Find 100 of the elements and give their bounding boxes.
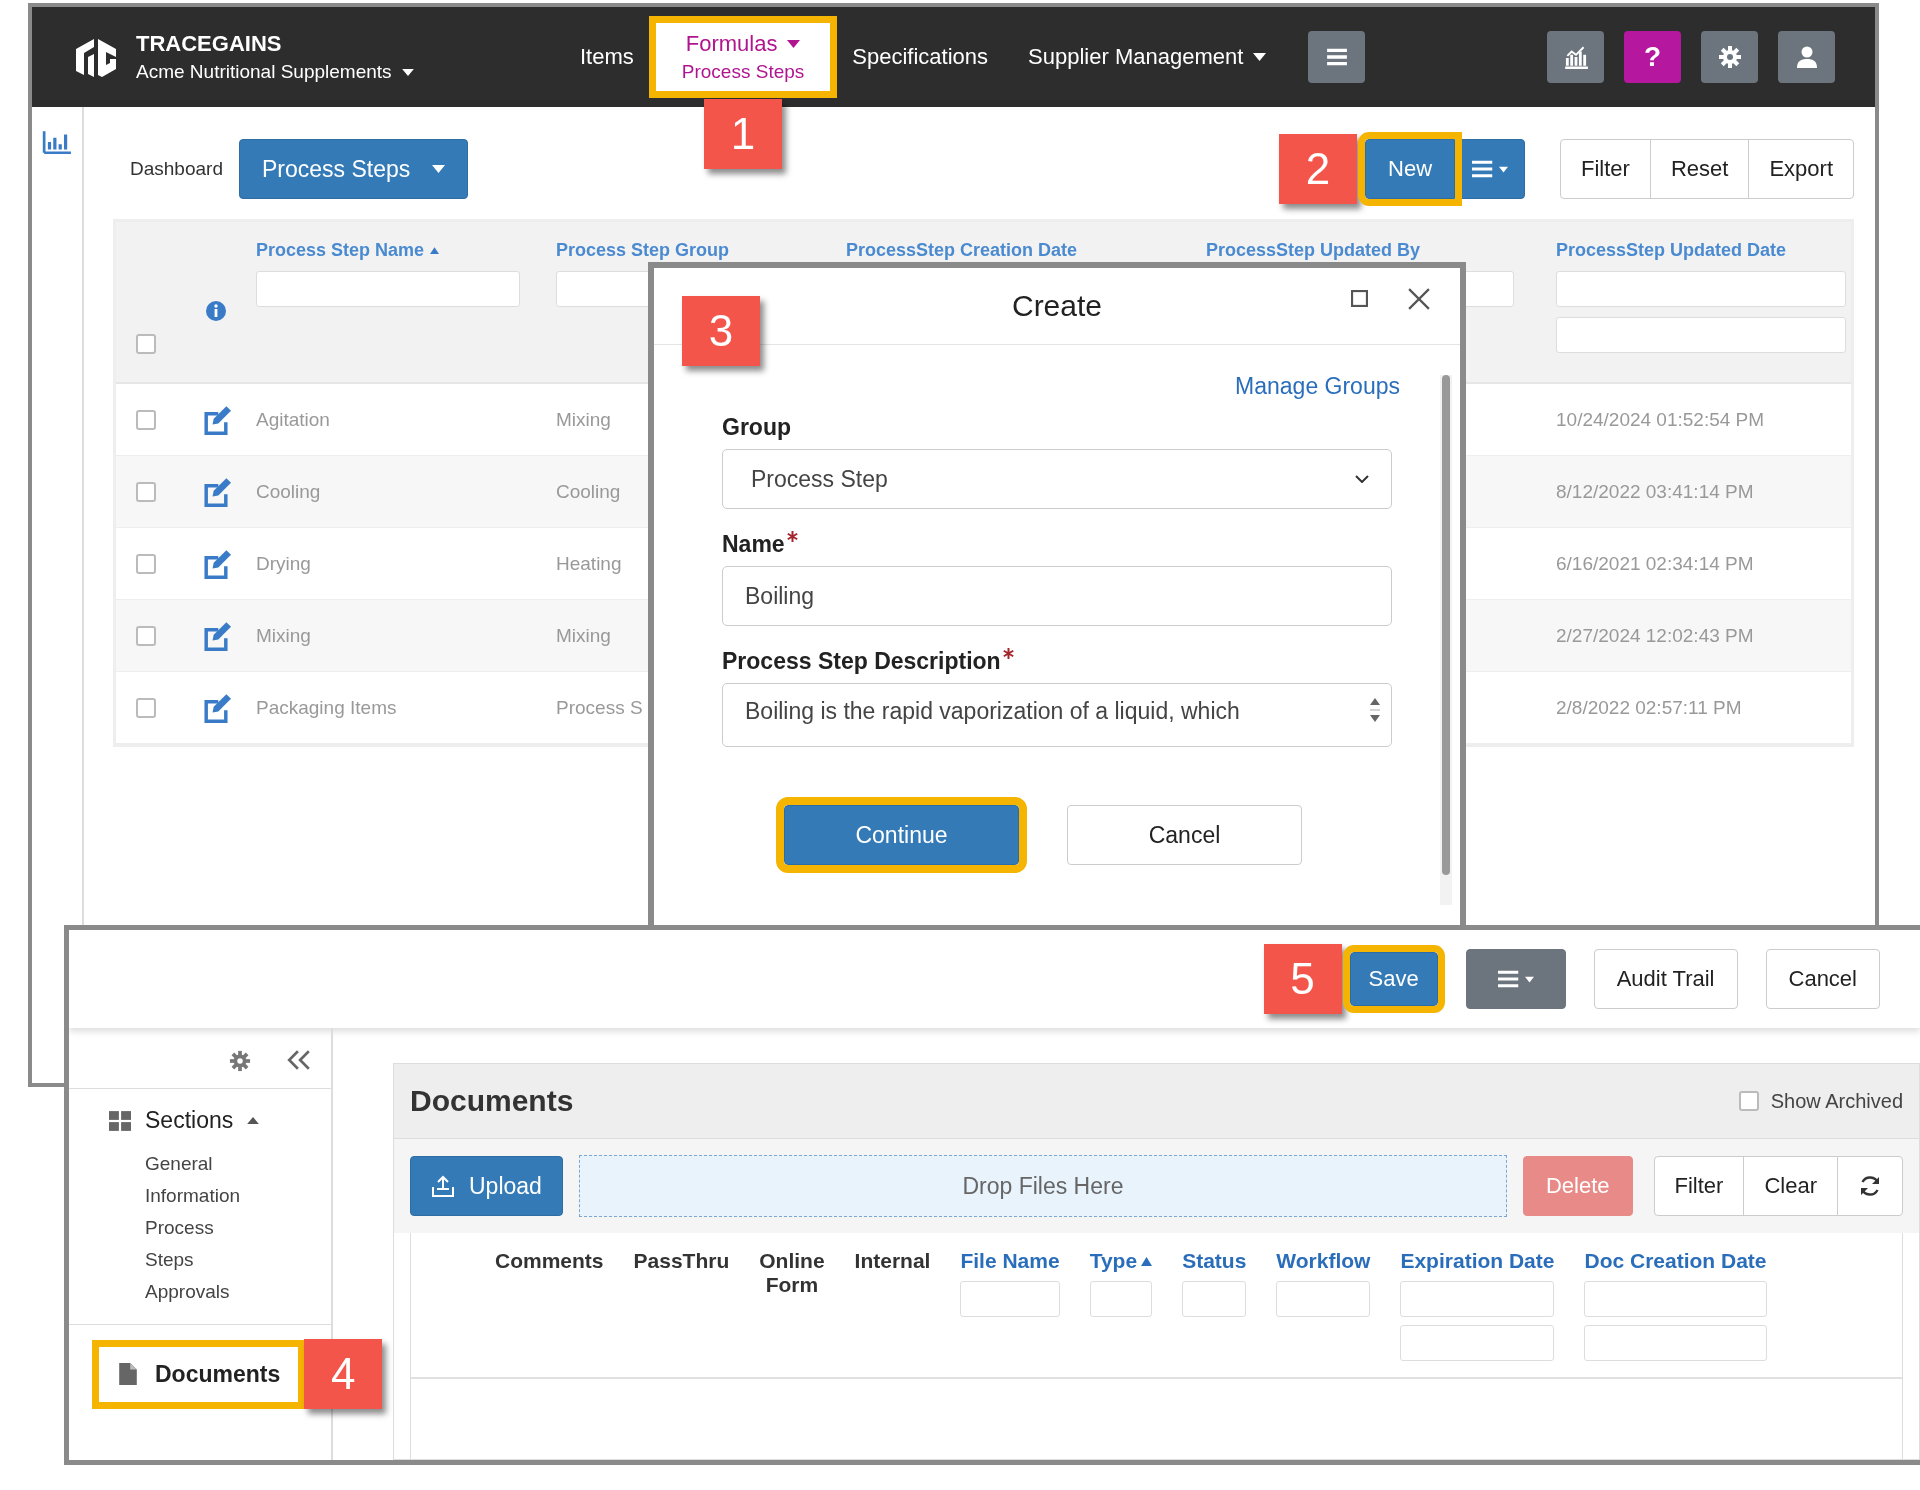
column-header[interactable]: Comments: [495, 1249, 604, 1273]
settings-icon: [1717, 45, 1742, 69]
organization-selector[interactable]: Acme Nutritional Supplements: [136, 61, 414, 83]
drop-zone[interactable]: Drop Files Here: [578, 1155, 1507, 1217]
filter-field[interactable]: [1276, 1281, 1371, 1317]
column-header[interactable]: PassThru: [633, 1249, 730, 1273]
field-label: Process Step Description: [722, 648, 1001, 675]
close-icon[interactable]: [1408, 288, 1430, 310]
toolbar-button[interactable]: Export: [1748, 139, 1854, 199]
dialog-title: Create: [1011, 289, 1102, 323]
row-checkbox[interactable]: [136, 625, 156, 646]
dialog-button[interactable]: Cancel: [1067, 805, 1302, 865]
chart-icon[interactable]: [42, 129, 72, 155]
nav-item[interactable]: Items: [562, 27, 652, 87]
table-cell: Cooling: [256, 480, 321, 503]
settings-button[interactable]: [1701, 31, 1758, 83]
filter-field[interactable]: [1584, 1325, 1767, 1361]
chevron-down-icon: [1355, 475, 1369, 483]
refresh-button[interactable]: [1837, 1156, 1903, 1216]
filter-field[interactable]: [1182, 1281, 1247, 1317]
step-callout: 4: [304, 1339, 383, 1409]
filter-field[interactable]: [1556, 271, 1847, 307]
section-link[interactable]: Approvals: [145, 1276, 257, 1308]
menu-icon: [1325, 48, 1348, 66]
table-cell: 6/16/2021 02:34:14 PM: [1556, 552, 1754, 575]
step-callout: 3: [682, 296, 760, 366]
nav-item[interactable]: Specifications: [834, 27, 1007, 87]
table-cell: 2/27/2024 12:02:43 PM: [1556, 624, 1754, 647]
file-icon: [119, 1363, 137, 1385]
table-cell: Mixing: [556, 408, 611, 431]
breadcrumb[interactable]: Dashboard: [130, 158, 223, 180]
toolbar-button[interactable]: Reset: [1649, 139, 1750, 199]
filter-field[interactable]: [1089, 1281, 1153, 1317]
sections-toggle[interactable]: Sections: [109, 1107, 331, 1134]
table-cell: Mixing: [256, 624, 311, 647]
edit-icon[interactable]: [201, 476, 231, 507]
row-checkbox[interactable]: [136, 553, 156, 574]
help-button[interactable]: ?: [1624, 31, 1681, 83]
toolbar-button[interactable]: Audit Trail: [1593, 949, 1738, 1009]
upload-icon: [431, 1175, 455, 1197]
menu-icon: [1495, 970, 1536, 988]
section-link[interactable]: General Information: [145, 1148, 257, 1212]
filter-field[interactable]: [256, 271, 520, 307]
description-field[interactable]: Boiling is the rapid vaporization of a liquid, which: [722, 683, 1392, 747]
table-cell: Process S: [556, 696, 643, 719]
more-menu-button[interactable]: [1465, 949, 1566, 1009]
table-cell: Cooling: [556, 480, 621, 503]
edit-icon[interactable]: [201, 548, 231, 579]
toolbar-button[interactable]: Cancel: [1765, 949, 1880, 1009]
maximize-icon[interactable]: [1351, 290, 1368, 307]
edit-icon[interactable]: [201, 620, 231, 651]
column-header[interactable]: Expiration Date: [1400, 1249, 1555, 1273]
documents-nav-item[interactable]: Documents: [99, 1346, 299, 1402]
manage-groups-link[interactable]: Manage Groups: [1235, 373, 1400, 400]
grid-icon: [109, 1110, 131, 1131]
column-header[interactable]: Type: [1089, 1249, 1153, 1273]
user-button[interactable]: [1778, 31, 1835, 83]
row-checkbox[interactable]: [136, 409, 156, 430]
edit-icon[interactable]: [201, 692, 231, 723]
column-header[interactable]: Status: [1182, 1249, 1247, 1273]
select-all-checkbox[interactable]: [136, 334, 156, 354]
table-cell: Agitation: [256, 408, 330, 431]
user-icon: [1794, 45, 1819, 69]
table-cell: Mixing: [556, 624, 611, 647]
filter-field[interactable]: [1400, 1281, 1555, 1317]
table-cell: 10/24/2024 01:52:54 PM: [1556, 408, 1765, 431]
scrollbar[interactable]: [1440, 375, 1452, 905]
analytics-button[interactable]: [1547, 31, 1604, 83]
filter-field[interactable]: [1400, 1325, 1555, 1361]
toolbar-button[interactable]: Clear: [1743, 1156, 1838, 1216]
refresh-icon: [1858, 1174, 1882, 1198]
panel-title: Documents: [410, 1084, 574, 1118]
view-selector[interactable]: Process Steps: [238, 139, 469, 199]
settings-icon[interactable]: [229, 1050, 251, 1072]
toolbar-button[interactable]: Filter: [1653, 1156, 1745, 1216]
edit-icon[interactable]: [201, 404, 231, 435]
upload-button[interactable]: Upload: [410, 1156, 563, 1216]
step-callout: 5: [1263, 944, 1342, 1014]
toolbar-button[interactable]: Filter: [1560, 139, 1651, 199]
brand-name: TRACEGAINS: [136, 31, 283, 57]
menu-button[interactable]: [1308, 31, 1366, 83]
column-header[interactable]: File Name: [960, 1249, 1060, 1273]
filter-field[interactable]: [960, 1281, 1060, 1317]
row-checkbox[interactable]: [136, 697, 156, 718]
section-link[interactable]: Process Steps: [145, 1212, 257, 1276]
column-header[interactable]: Online Form: [759, 1249, 825, 1297]
spin-arrows-icon: [1369, 696, 1381, 724]
show-archived-checkbox[interactable]: [1738, 1091, 1759, 1111]
chart-icon: [1562, 45, 1589, 69]
nav-item[interactable]: Supplier Management: [1010, 27, 1285, 87]
column-header[interactable]: Doc Creation Date: [1584, 1249, 1767, 1273]
name-field[interactable]: Boiling: [722, 566, 1392, 626]
collapse-icon[interactable]: [287, 1050, 311, 1070]
table-cell: Heating: [556, 552, 622, 575]
filter-field[interactable]: [1556, 317, 1847, 353]
row-checkbox[interactable]: [136, 481, 156, 502]
column-header[interactable]: Internal: [854, 1249, 931, 1273]
group-select[interactable]: Process Step: [722, 449, 1392, 509]
filter-field[interactable]: [1584, 1281, 1767, 1317]
column-header[interactable]: Workflow: [1276, 1249, 1371, 1273]
